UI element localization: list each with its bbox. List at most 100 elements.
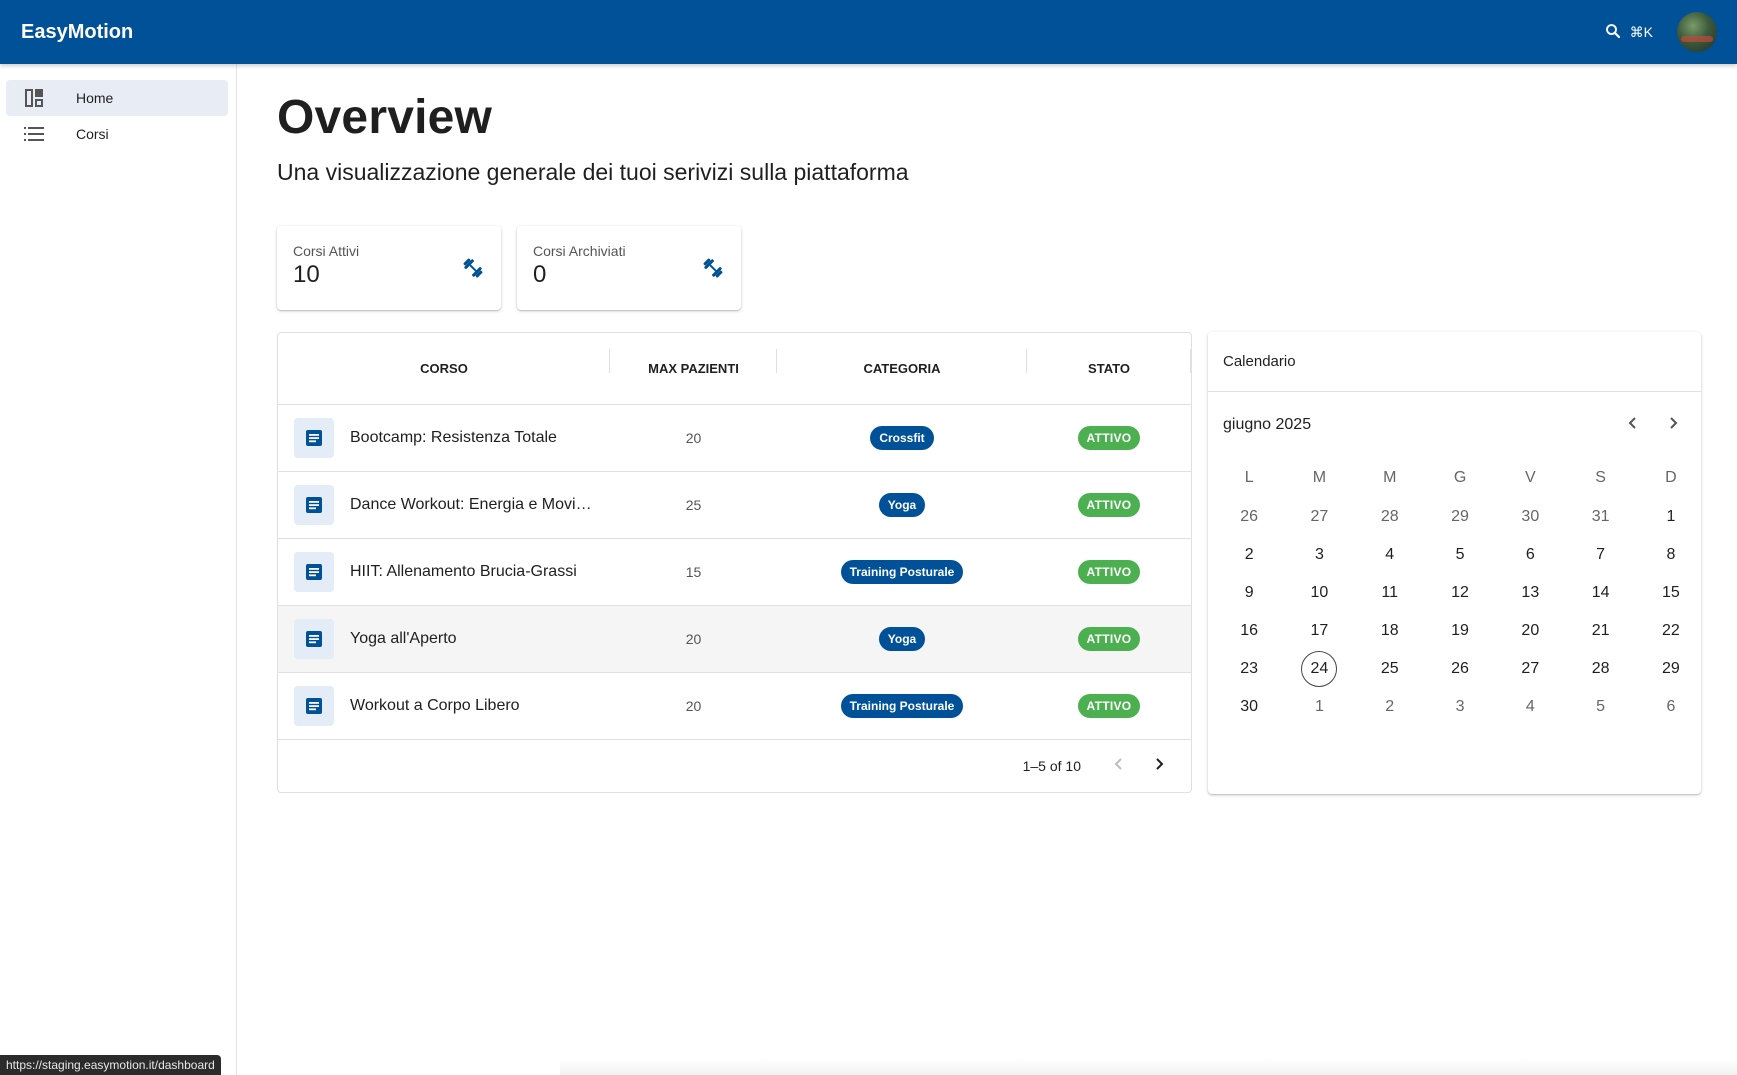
max-cell: 20 bbox=[610, 430, 777, 446]
calendar-day[interactable]: 25 bbox=[1355, 650, 1425, 688]
calendar-day[interactable]: 6 bbox=[1495, 536, 1565, 574]
calendar-day[interactable]: 20 bbox=[1495, 612, 1565, 650]
table-row[interactable]: Workout a Corpo Libero 20 Training Postu… bbox=[278, 673, 1191, 740]
table-row[interactable]: Bootcamp: Resistenza Totale 20 Crossfit … bbox=[278, 405, 1191, 472]
category-cell: Yoga bbox=[777, 493, 1027, 517]
calendar-day[interactable]: 23 bbox=[1214, 650, 1284, 688]
calendar-day[interactable]: 29 bbox=[1636, 650, 1706, 688]
category-cell: Crossfit bbox=[777, 426, 1027, 450]
calendar-day-number: 4 bbox=[1525, 698, 1535, 715]
calendar-day[interactable]: 27 bbox=[1284, 498, 1354, 536]
status-badge: ATTIVO bbox=[1077, 560, 1141, 584]
calendar-day[interactable]: 12 bbox=[1425, 574, 1495, 612]
course-name: Dance Workout: Energia e Movimento bbox=[350, 496, 595, 513]
calendar-day[interactable]: 3 bbox=[1425, 688, 1495, 726]
calendar-day[interactable]: 10 bbox=[1284, 574, 1354, 612]
calendar-day[interactable]: 4 bbox=[1495, 688, 1565, 726]
calendar-day-number: 26 bbox=[1240, 508, 1259, 525]
weekday-label: M bbox=[1383, 469, 1397, 486]
calendar-day-number: 11 bbox=[1381, 584, 1399, 601]
calendar-day[interactable]: 6 bbox=[1636, 688, 1706, 726]
document-icon bbox=[294, 552, 334, 592]
stat-value: 0 bbox=[533, 261, 547, 288]
avatar[interactable] bbox=[1677, 12, 1717, 52]
calendar-day[interactable]: 13 bbox=[1495, 574, 1565, 612]
calendar-day-number: 24 bbox=[1301, 651, 1338, 687]
status-cell: ATTIVO bbox=[1027, 627, 1191, 651]
page-title: Overview bbox=[277, 91, 493, 144]
calendar-day[interactable]: 21 bbox=[1565, 612, 1635, 650]
calendar-day[interactable]: 17 bbox=[1284, 612, 1354, 650]
calendar-day[interactable]: 1 bbox=[1636, 498, 1706, 536]
previous-page-button[interactable] bbox=[1099, 746, 1139, 786]
max-pazienti-value: 25 bbox=[685, 497, 702, 513]
course-cell: HIIT: Allenamento Brucia-Grassi bbox=[278, 552, 610, 592]
table-row[interactable]: Dance Workout: Energia e Movimento 25 Yo… bbox=[278, 472, 1191, 539]
content-row: CORSO MAX PAZIENTI CATEGORIA STATO Bootc… bbox=[277, 332, 1701, 794]
next-month-button[interactable] bbox=[1657, 409, 1689, 441]
courses-table: CORSO MAX PAZIENTI CATEGORIA STATO Bootc… bbox=[277, 332, 1192, 793]
calendar-day-number: 6 bbox=[1525, 546, 1535, 563]
calendar-day-number: 17 bbox=[1310, 622, 1329, 639]
calendar-day[interactable]: 19 bbox=[1425, 612, 1495, 650]
sidebar-item-home[interactable]: Home bbox=[6, 80, 228, 116]
weekday-label: V bbox=[1525, 469, 1536, 486]
next-page-button[interactable] bbox=[1139, 746, 1179, 786]
calendar-day[interactable]: 5 bbox=[1425, 536, 1495, 574]
calendar-day[interactable]: 5 bbox=[1565, 688, 1635, 726]
column-header-categoria[interactable]: CATEGORIA bbox=[777, 349, 1027, 376]
column-header-stato[interactable]: STATO bbox=[1027, 349, 1191, 376]
calendar-day[interactable]: 11 bbox=[1355, 574, 1425, 612]
calendar-month-label[interactable]: giugno 2025 bbox=[1223, 416, 1311, 434]
calendar-day[interactable]: 27 bbox=[1495, 650, 1565, 688]
calendar-day[interactable]: 1 bbox=[1284, 688, 1354, 726]
calendar-day[interactable]: 30 bbox=[1495, 498, 1565, 536]
calendar-day[interactable]: 2 bbox=[1355, 688, 1425, 726]
calendar-day-number: 28 bbox=[1591, 660, 1610, 677]
calendar-day[interactable]: 15 bbox=[1636, 574, 1706, 612]
calendar-day[interactable]: 18 bbox=[1355, 612, 1425, 650]
calendar-day[interactable]: 2 bbox=[1214, 536, 1284, 574]
calendar-day[interactable]: 30 bbox=[1214, 688, 1284, 726]
document-icon bbox=[294, 418, 334, 458]
dumbbell-icon bbox=[461, 256, 485, 285]
search-button[interactable]: ⌘K bbox=[1604, 22, 1653, 43]
category-cell: Training Posturale bbox=[777, 694, 1027, 718]
course-cell: Yoga all'Aperto bbox=[278, 619, 610, 659]
status-badge: ATTIVO bbox=[1077, 694, 1141, 718]
table-header: CORSO MAX PAZIENTI CATEGORIA STATO bbox=[278, 333, 1191, 405]
weekday-label: L bbox=[1244, 469, 1254, 486]
stat-label: Corsi Attivi bbox=[293, 243, 360, 259]
calendar-day[interactable]: 14 bbox=[1565, 574, 1635, 612]
max-pazienti-value: 20 bbox=[685, 631, 702, 647]
calendar-day[interactable]: 3 bbox=[1284, 536, 1354, 574]
calendar-day[interactable]: 7 bbox=[1565, 536, 1635, 574]
status-cell: ATTIVO bbox=[1027, 694, 1191, 718]
calendar-day[interactable]: 24 bbox=[1284, 650, 1354, 688]
column-header-corso[interactable]: CORSO bbox=[278, 349, 610, 376]
calendar-day[interactable]: 22 bbox=[1636, 612, 1706, 650]
calendar-day[interactable]: 9 bbox=[1214, 574, 1284, 612]
calendar-day-number: 13 bbox=[1521, 584, 1540, 601]
calendar-day[interactable]: 29 bbox=[1425, 498, 1495, 536]
calendar-day[interactable]: 4 bbox=[1355, 536, 1425, 574]
sidebar-item-corsi[interactable]: Corsi bbox=[6, 116, 228, 152]
calendar-day[interactable]: 8 bbox=[1636, 536, 1706, 574]
calendar-day-number: 14 bbox=[1591, 584, 1610, 601]
table-row[interactable]: HIIT: Allenamento Brucia-Grassi 15 Train… bbox=[278, 539, 1191, 606]
app-brand[interactable]: EasyMotion bbox=[21, 21, 133, 44]
category-cell: Yoga bbox=[777, 627, 1027, 651]
previous-month-button[interactable] bbox=[1617, 409, 1649, 441]
calendar-day[interactable]: 31 bbox=[1565, 498, 1635, 536]
course-cell: Bootcamp: Resistenza Totale bbox=[278, 418, 610, 458]
stat-card-active: Corsi Attivi 10 bbox=[277, 226, 501, 310]
table-row[interactable]: Yoga all'Aperto 20 Yoga ATTIVO bbox=[278, 606, 1191, 673]
column-header-max-pazienti[interactable]: MAX PAZIENTI bbox=[610, 349, 777, 376]
app-bar: EasyMotion ⌘K bbox=[0, 0, 1737, 64]
calendar-day[interactable]: 16 bbox=[1214, 612, 1284, 650]
calendar-day[interactable]: 28 bbox=[1355, 498, 1425, 536]
calendar-day[interactable]: 28 bbox=[1565, 650, 1635, 688]
calendar-day-number: 5 bbox=[1596, 698, 1606, 715]
calendar-day[interactable]: 26 bbox=[1214, 498, 1284, 536]
calendar-day[interactable]: 26 bbox=[1425, 650, 1495, 688]
